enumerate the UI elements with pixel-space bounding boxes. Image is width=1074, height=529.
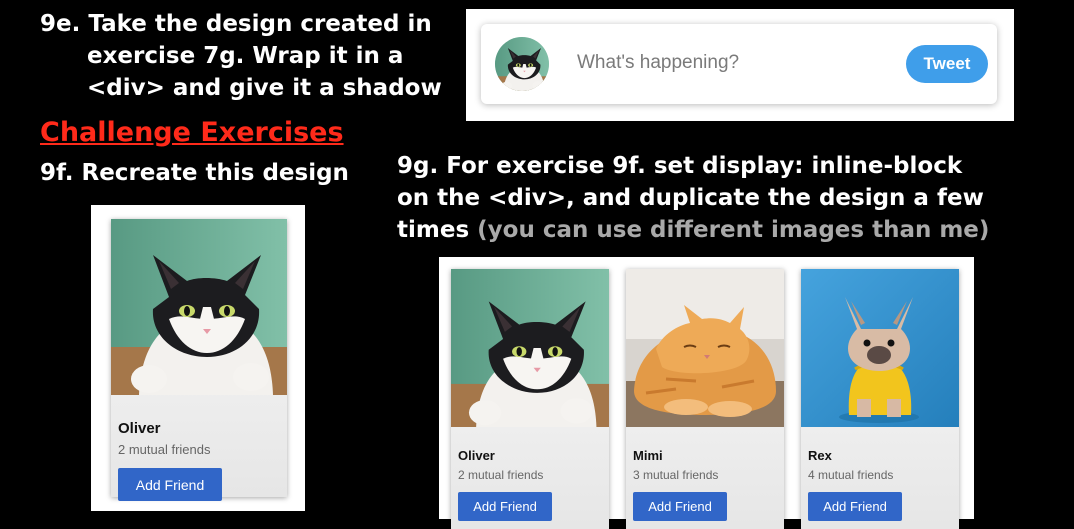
friend-card: Oliver 2 mutual friends Add Friend xyxy=(111,219,287,501)
tweet-button[interactable]: Tweet xyxy=(906,45,988,83)
cat-photo xyxy=(626,269,784,427)
exercise-9g-text: 9g. For exercise 9f. set display: inline… xyxy=(397,150,989,246)
mutual-friends: 2 mutual friends xyxy=(458,468,544,482)
mutual-friends: 4 mutual friends xyxy=(808,468,894,482)
tweet-input[interactable]: What's happening? xyxy=(577,52,739,74)
friend-name: Rex xyxy=(808,448,832,463)
tweet-composer: What's happening? Tweet xyxy=(481,24,997,104)
challenge-exercises-heading: Challenge Exercises xyxy=(40,117,344,148)
dog-image-icon xyxy=(801,269,959,427)
cat-photo xyxy=(111,219,287,395)
exercise-9f-text: 9f. Recreate this design xyxy=(40,160,349,186)
single-card-panel: Oliver 2 mutual friends Add Friend xyxy=(91,205,305,511)
exercise-9g-line-3: times xyxy=(397,217,470,243)
exercise-9e-line-3: <div> and give it a shadow xyxy=(87,75,442,101)
friend-card-rex: Rex 4 mutual friends Add Friend xyxy=(801,269,959,529)
friend-name: Mimi xyxy=(633,448,663,463)
add-friend-button[interactable]: Add Friend xyxy=(633,492,727,521)
exercise-9e-line-2: exercise 7g. Wrap it in a xyxy=(87,43,404,69)
exercise-9g-note: (you can use different images than me) xyxy=(477,217,990,243)
cat-avatar-icon xyxy=(495,37,549,91)
cat-image-icon xyxy=(111,219,287,395)
multiple-cards-panel: Oliver 2 mutual friends Add Friend Mimi … xyxy=(439,257,974,529)
add-friend-button[interactable]: Add Friend xyxy=(118,468,222,501)
exercise-9g-line-2: on the <div>, and duplicate the design a… xyxy=(397,185,984,211)
mutual-friends: 3 mutual friends xyxy=(633,468,719,482)
add-friend-button[interactable]: Add Friend xyxy=(458,492,552,521)
tweet-panel: What's happening? Tweet xyxy=(466,9,1014,121)
friend-name: Oliver xyxy=(118,420,161,437)
friend-name: Oliver xyxy=(458,448,495,463)
cat-photo xyxy=(451,269,609,427)
exercise-9e-text: 9e. Take the design created in exercise … xyxy=(40,8,442,104)
exercise-9g-line-1: 9g. For exercise 9f. set display: inline… xyxy=(397,153,963,179)
exercise-9e-line-1: 9e. Take the design created in xyxy=(40,11,432,37)
dog-photo xyxy=(801,269,959,427)
avatar xyxy=(495,37,549,91)
orange-cat-image-icon xyxy=(626,269,784,427)
friend-card-mimi: Mimi 3 mutual friends Add Friend xyxy=(626,269,784,529)
mutual-friends: 2 mutual friends xyxy=(118,442,211,457)
cat-image-icon xyxy=(451,269,609,427)
friend-card-oliver: Oliver 2 mutual friends Add Friend xyxy=(451,269,609,529)
add-friend-button[interactable]: Add Friend xyxy=(808,492,902,521)
